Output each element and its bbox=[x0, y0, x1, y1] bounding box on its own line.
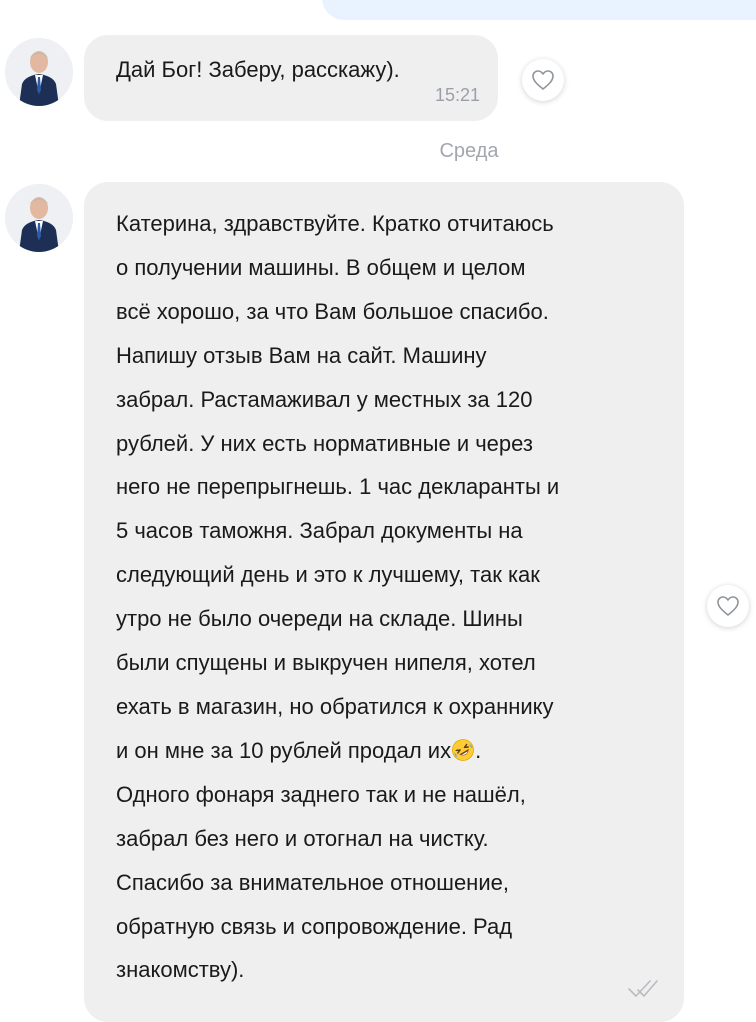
message-line: него не перепрыгнешь. 1 час декларанты и bbox=[116, 474, 560, 500]
message-line: Катерина, здравствуйте. Кратко отчитаюсь bbox=[116, 211, 554, 236]
message-line: забрал. Растамаживал у местных за 120 bbox=[116, 386, 533, 412]
sender-avatar[interactable] bbox=[5, 38, 73, 106]
read-receipt-icon bbox=[626, 977, 660, 1004]
like-button[interactable] bbox=[707, 585, 749, 627]
message-line: были спущены и выкручен нипеля, хотел bbox=[116, 650, 536, 676]
message-line: и он мне за 10 рублей продал их bbox=[116, 737, 452, 763]
message-line: следующий день и это к лучшему, так как bbox=[116, 562, 540, 588]
message-line: рублей. У них есть нормативные и через bbox=[116, 430, 533, 456]
message-text: Дай Бог! Заберу, расскажу). bbox=[116, 57, 400, 82]
message-line: ехать в магазин, но обратился к охранник… bbox=[116, 693, 554, 719]
message-line: о получении машины. В общем и целом bbox=[116, 254, 526, 280]
day-separator: Среда bbox=[439, 140, 499, 162]
like-button[interactable] bbox=[522, 59, 564, 101]
message-line: утро не было очереди на складе. Шины bbox=[116, 606, 523, 632]
message-text: Катерина, здравствуйте. Кратко отчитаюсь… bbox=[116, 202, 668, 992]
message-line: Напишу отзыв Вам на сайт. Машину bbox=[116, 342, 487, 368]
outgoing-message-bubble[interactable] bbox=[322, 0, 756, 20]
message-line: знакомству). bbox=[116, 957, 245, 983]
message-line: всё хорошо, за что Вам большое спасибо. bbox=[116, 298, 549, 324]
message-time: 15:21 bbox=[434, 85, 480, 105]
message-line: забрал без него и отогнал на чистку. bbox=[116, 825, 489, 851]
message-line: обратную связь и сопровождение. Рад bbox=[116, 913, 513, 939]
message-bubble[interactable]: Дай Бог! Заберу, расскажу). 15:21 bbox=[84, 35, 498, 121]
heart-icon bbox=[532, 70, 554, 90]
message-line: Спасибо за внимательное отношение, bbox=[116, 869, 509, 895]
message-line: 5 часов таможня. Забрал документы на bbox=[116, 518, 523, 544]
heart-icon bbox=[717, 596, 739, 616]
message-line: . bbox=[475, 737, 482, 763]
message-bubble[interactable]: Катерина, здравствуйте. Кратко отчитаюсь… bbox=[84, 182, 684, 1022]
sender-avatar[interactable] bbox=[5, 184, 73, 252]
rolling-on-the-floor-laughing-emoji bbox=[452, 738, 474, 761]
message-line: Одного фонаря заднего так и не нашёл, bbox=[116, 781, 526, 807]
